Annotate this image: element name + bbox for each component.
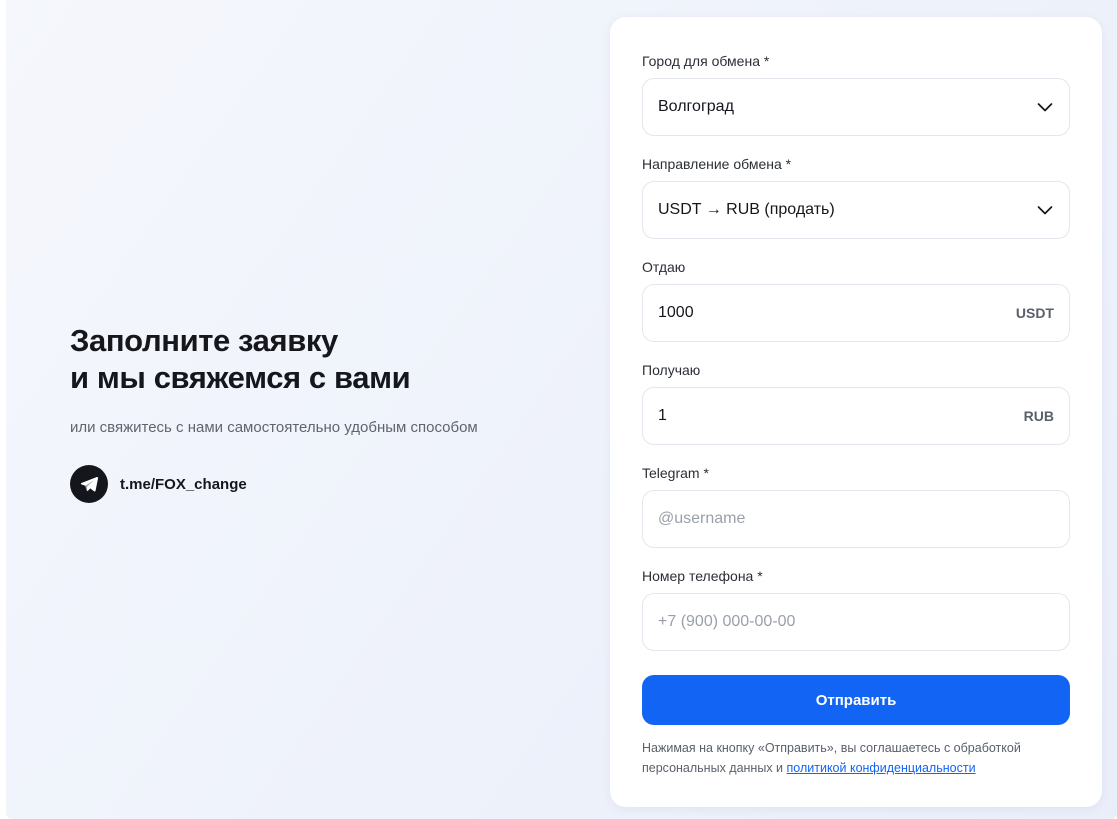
chevron-down-icon [1037, 103, 1053, 112]
direction-select[interactable]: USDT → RUB (продать) [642, 181, 1070, 239]
city-field: Город для обмена * Волгоград [642, 52, 1070, 136]
telegram-username-input[interactable] [658, 491, 1054, 547]
page-title-line-2: и мы свяжемся с вами [70, 360, 411, 395]
phone-input-wrapper [642, 593, 1070, 651]
intro-section: Заполните заявку и мы свяжемся с вами ил… [70, 322, 550, 503]
receive-label: Получаю [642, 362, 701, 378]
chevron-down-icon [1037, 206, 1053, 215]
phone-label: Номер телефона * [642, 568, 763, 584]
phone-number-input[interactable] [658, 594, 1054, 650]
page-background: Заполните заявку и мы свяжемся с вами ил… [6, 0, 1117, 819]
direction-label: Направление обмена * [642, 156, 792, 172]
direction-field: Направление обмена * USDT → RUB (продать… [642, 155, 1070, 239]
telegram-icon [70, 465, 108, 503]
telegram-contact-link[interactable]: t.me/FOX_change [70, 465, 550, 503]
receive-input-wrapper: RUB [642, 387, 1070, 445]
exchange-form: Город для обмена * Волгоград Направление… [610, 17, 1102, 807]
submit-button[interactable]: Отправить [642, 675, 1070, 725]
give-amount-input[interactable] [658, 285, 1006, 341]
consent-note: Нажимая на кнопку «Отправить», вы соглаш… [642, 738, 1072, 778]
telegram-contact-label: t.me/FOX_change [120, 475, 247, 493]
city-select-value: Волгоград [658, 98, 734, 115]
give-label: Отдаю [642, 259, 686, 275]
telegram-input-wrapper [642, 490, 1070, 548]
page-title: Заполните заявку и мы свяжемся с вами [70, 322, 550, 396]
give-currency-unit: USDT [1015, 305, 1054, 321]
city-select[interactable]: Волгоград [642, 78, 1070, 136]
receive-amount-input[interactable] [658, 388, 1014, 444]
telegram-field: Telegram * [642, 464, 1070, 548]
give-field: Отдаю USDT [642, 258, 1070, 342]
page-subtitle: или свяжитесь с нами самостоятельно удоб… [70, 419, 478, 436]
telegram-label: Telegram * [642, 465, 709, 481]
receive-currency-unit: RUB [1023, 408, 1054, 424]
direction-select-value: USDT → RUB (продать) [658, 201, 835, 218]
city-label: Город для обмена * [642, 53, 770, 69]
receive-field: Получаю RUB [642, 361, 1070, 445]
page-title-line-1: Заполните заявку [70, 323, 338, 358]
phone-field: Номер телефона * [642, 567, 1070, 651]
give-input-wrapper: USDT [642, 284, 1070, 342]
privacy-policy-link[interactable]: политикой конфиденциальности [787, 761, 976, 775]
